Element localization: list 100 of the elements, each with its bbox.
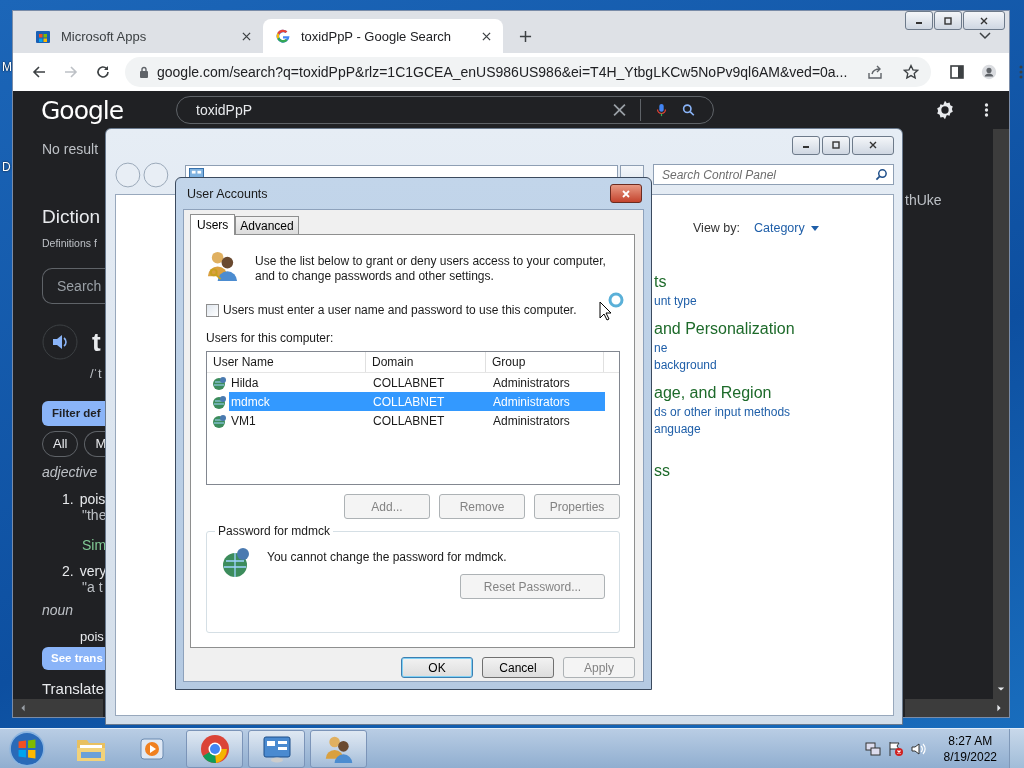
section-label: Users for this computer: (206, 331, 335, 345)
start-button[interactable] (8, 729, 46, 768)
category-title[interactable]: and Personalization (654, 318, 795, 340)
definition-text: very (79, 562, 107, 579)
dialog-tab[interactable]: Users (190, 214, 236, 235)
maximize-button[interactable] (822, 135, 850, 155)
new-tab-icon[interactable] (519, 30, 532, 43)
clear-icon[interactable] (613, 103, 626, 117)
close-icon (979, 16, 989, 25)
category-link[interactable]: anguage (654, 421, 701, 438)
maximize-button[interactable] (934, 11, 962, 30)
menu-icon[interactable] (984, 102, 989, 118)
scroll-down-icon[interactable] (997, 685, 1005, 693)
checkbox[interactable] (206, 303, 219, 317)
list-row[interactable]: VM1 COLLABNET Administrators (229, 411, 605, 430)
close-button[interactable] (610, 184, 642, 203)
category-link[interactable]: ds or other input methods (654, 404, 791, 421)
password-message: You cannot change the password for mdmck. (267, 550, 507, 564)
part-of-speech: noun (42, 600, 74, 619)
category-title[interactable]: ts (654, 271, 667, 293)
address-bar[interactable]: google.com/search?q=toxidPpP&rlz=1C1GCEA_enUS986US986&ei=T4H_YtbgLKCw5NoPv9ql6AM&ved=0a... (125, 57, 932, 87)
close-button[interactable] (852, 135, 894, 155)
category-link[interactable]: unt type (654, 293, 697, 310)
view-by-label: View by: (693, 221, 740, 235)
maximize-icon (831, 141, 841, 149)
example-text: "a t (82, 578, 103, 595)
category-title[interactable]: age, and Region (654, 382, 772, 404)
scrollbar-track[interactable] (13, 699, 103, 717)
filter-button[interactable]: Filter def (42, 401, 106, 426)
microphone-icon[interactable] (655, 103, 668, 117)
category-link[interactable]: ne (654, 340, 668, 357)
maximize-icon (943, 16, 953, 25)
close-icon[interactable] (242, 31, 251, 41)
url-text: google.com/search?q=toxidPpP&rlz=1C1GCEA_enUS986US986&ei=T4H_YtbgLKCw5NoPv9ql6AM&ved=0a... (157, 64, 848, 80)
window-title: User Accounts (187, 186, 269, 201)
result-text: No result (42, 141, 99, 157)
network-icon[interactable] (864, 740, 881, 757)
close-button[interactable] (963, 11, 1005, 30)
taskbar-app[interactable] (310, 729, 367, 768)
taskbar-app[interactable] (186, 729, 243, 768)
google-g-icon (275, 28, 291, 44)
checkbox-label[interactable]: Users must enter a user name and password to use this computer. (223, 303, 577, 317)
desktop-icon-label: D (2, 160, 12, 174)
definition-number: 2. (62, 562, 74, 579)
part-of-speech: adjective (42, 462, 98, 481)
definition-text: pois (79, 490, 106, 507)
minimize-button[interactable] (905, 11, 933, 30)
scrollbar-track[interactable] (905, 699, 1009, 717)
scroll-right-icon[interactable] (995, 704, 1003, 712)
instruction-text: Use the list below to grant or deny users access to your computer, and to change passwords and other settings. (255, 254, 607, 284)
close-icon (868, 141, 878, 149)
group-title: Password for mdmck (215, 524, 334, 538)
clock[interactable]: 8:27 AM 8/19/2022 (943, 732, 997, 765)
dialog-button[interactable]: OK (401, 657, 473, 678)
back-arrow-icon[interactable] (31, 64, 47, 80)
example-text: "the (82, 506, 107, 523)
search-icon (875, 168, 888, 181)
search-icon[interactable] (682, 103, 695, 117)
share-icon[interactable] (867, 64, 884, 80)
vertical-scrollbar[interactable] (993, 129, 1009, 699)
control-panel-search-field[interactable]: Search Control Panel (652, 164, 894, 185)
chevron-down-icon[interactable] (979, 32, 991, 40)
dictionary-word: t (92, 326, 101, 358)
scroll-left-icon[interactable] (19, 704, 27, 712)
settings-icon[interactable] (934, 99, 956, 121)
close-icon[interactable] (482, 31, 491, 41)
section-heading: Diction (42, 205, 101, 229)
chrome-icon (199, 733, 230, 764)
view-by-dropdown[interactable]: Category (754, 221, 819, 235)
definition-number: 1. (62, 490, 74, 507)
star-icon[interactable] (903, 64, 920, 80)
dialog-button[interactable]: Cancel (482, 657, 554, 678)
column-header[interactable]: User Name (207, 352, 366, 372)
dialog-tab[interactable]: Advanced (235, 216, 299, 234)
column-header[interactable]: Domain (366, 352, 486, 372)
taskbar-app[interactable] (248, 729, 305, 768)
browser-tab[interactable]: Microsoft Apps (23, 19, 263, 53)
column-header[interactable]: Group (486, 352, 604, 372)
minimize-button[interactable] (792, 135, 820, 155)
section-heading: Translate (42, 679, 104, 699)
category-link[interactable]: background (654, 357, 717, 374)
category-title[interactable]: ss (654, 460, 670, 482)
caret-icon[interactable] (810, 225, 819, 231)
user-globe-icon (212, 393, 228, 410)
flag-warning-icon[interactable] (887, 740, 904, 757)
speaker-icon[interactable] (910, 740, 927, 757)
profile-icon[interactable] (981, 64, 998, 80)
user-globe-icon (212, 412, 228, 429)
section-subtitle: Definitions f (42, 236, 97, 251)
list-row[interactable]: Hilda COLLABNET Administrators (229, 373, 605, 392)
speaker-icon[interactable] (42, 324, 78, 360)
control-panel-icon (261, 733, 292, 764)
pronunciation-text: /ˈt (90, 365, 102, 383)
google-logo[interactable]: Google (41, 95, 176, 125)
browser-tab[interactable]: toxidPpP - Google Search (263, 19, 503, 53)
desktop-icon-label: M (2, 60, 12, 74)
lock-icon (139, 66, 149, 78)
side-panel-icon[interactable] (949, 64, 966, 80)
definition-text: pois (80, 628, 104, 645)
reload-icon[interactable] (95, 64, 111, 80)
